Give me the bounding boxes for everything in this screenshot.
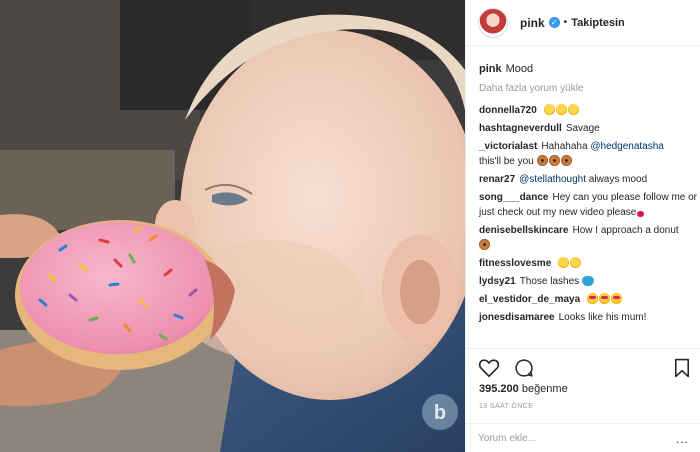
comment-username[interactable]: el_vestidor_de_maya — [479, 294, 580, 305]
comment-item: el_vestidor_de_maya — [479, 292, 697, 307]
caption-text: Mood — [505, 63, 534, 75]
more-options-icon[interactable]: ... — [676, 432, 689, 446]
likes-label: beğenme — [521, 383, 568, 395]
verified-badge-icon: ✓ — [548, 17, 560, 28]
post-sidebar: pink ✓ • Takiptesin pink Mood Daha fazla … — [465, 0, 700, 452]
comment-username[interactable]: _victorialast — [479, 141, 537, 152]
post-header: pink ✓ • Takiptesin — [466, 0, 700, 46]
likes-number: 395.200 — [479, 383, 519, 395]
heart-eyes-emoji-icon — [610, 293, 622, 304]
follow-status-button[interactable]: Takiptesin — [571, 17, 625, 29]
comment-username[interactable]: song___dance — [479, 192, 548, 203]
heart-emoji-icon — [637, 211, 645, 217]
comment-item: denisebellskincare How I approach a donut — [479, 223, 697, 253]
comment-text: Looks like his mum! — [558, 312, 647, 323]
comment-username[interactable]: denisebellskincare — [479, 225, 569, 236]
load-more-comments-link[interactable]: Daha fazla yorum yükle — [479, 83, 697, 94]
comment-text: this'll be you — [479, 156, 534, 167]
comment-username[interactable]: fitnesslovesme — [479, 258, 551, 269]
comment-username[interactable]: donnella720 — [479, 105, 537, 116]
svg-text:b: b — [434, 402, 446, 424]
comment-mention-link[interactable]: @hedgenatasha — [590, 141, 664, 152]
post-actions: 395.200 beğenme 13 SAAT ÖNCE ... — [466, 348, 700, 452]
donut-emoji-icon — [479, 239, 490, 250]
username-link[interactable]: pink — [520, 16, 545, 30]
donut-emoji-icon — [560, 155, 572, 166]
heart-eyes-emoji-icon — [598, 293, 610, 304]
add-comment-bar: ... — [466, 423, 700, 452]
donut-emoji-icon — [548, 155, 560, 166]
comment-username[interactable]: renar27 — [479, 174, 515, 185]
laughing-emoji-icon — [543, 104, 555, 115]
likes-count[interactable]: 395.200 beğenme — [479, 383, 568, 395]
separator-dot: • — [563, 17, 568, 28]
heart-icon[interactable] — [478, 358, 500, 378]
comment-username[interactable]: jonesdisamaree — [479, 312, 555, 323]
grinning-emoji-icon — [570, 257, 582, 268]
add-comment-input[interactable] — [478, 433, 628, 444]
comment-item: lydsy21 Those lashes — [479, 274, 697, 289]
post-timestamp[interactable]: 13 SAAT ÖNCE — [479, 403, 533, 410]
comment-item: hashtagneverdull Savage — [479, 121, 697, 136]
heart-eyes-emoji-icon — [586, 293, 598, 304]
laughing-emoji-icon — [555, 104, 567, 115]
comment-username[interactable]: lydsy21 — [479, 276, 516, 287]
post-photo[interactable]: b — [0, 0, 465, 452]
caption-username[interactable]: pink — [479, 63, 502, 75]
comment-item: donnella720 — [479, 103, 697, 118]
caption: pink Mood — [479, 62, 697, 77]
comment-item: fitnesslovesme — [479, 256, 697, 271]
bookmark-icon[interactable] — [674, 358, 690, 378]
comment-text: Those lashes — [519, 276, 580, 287]
comment-item: _victorialast Hahahaha @hedgenatasha this… — [479, 139, 697, 169]
donut-emoji-icon — [536, 155, 548, 166]
comment-text: Savage — [565, 123, 600, 134]
comment-icon[interactable] — [514, 358, 534, 378]
avatar[interactable] — [478, 7, 508, 38]
photo-baby-eating-donut: b — [0, 0, 465, 452]
comment-text: Hahahaha — [541, 141, 588, 152]
comment-mention-link[interactable]: @stellathought — [519, 174, 586, 185]
action-icons — [478, 358, 690, 380]
comment-text: always mood — [588, 174, 648, 185]
comment-item: jonesdisamaree Looks like his mum! — [479, 310, 697, 325]
grinning-emoji-icon — [558, 257, 570, 268]
comment-item: song___dance Hey can you please follow me… — [479, 190, 697, 220]
blue-heart-emoji-icon — [581, 276, 594, 286]
comment-text: How I approach a donut — [572, 225, 679, 236]
comments-list: pink Mood Daha fazla yorum yükle donnella… — [479, 62, 697, 328]
comment-username[interactable]: hashtagneverdull — [479, 123, 562, 134]
comment-item: renar27 @stellathought always mood — [479, 172, 697, 187]
laughing-emoji-icon — [567, 104, 579, 115]
